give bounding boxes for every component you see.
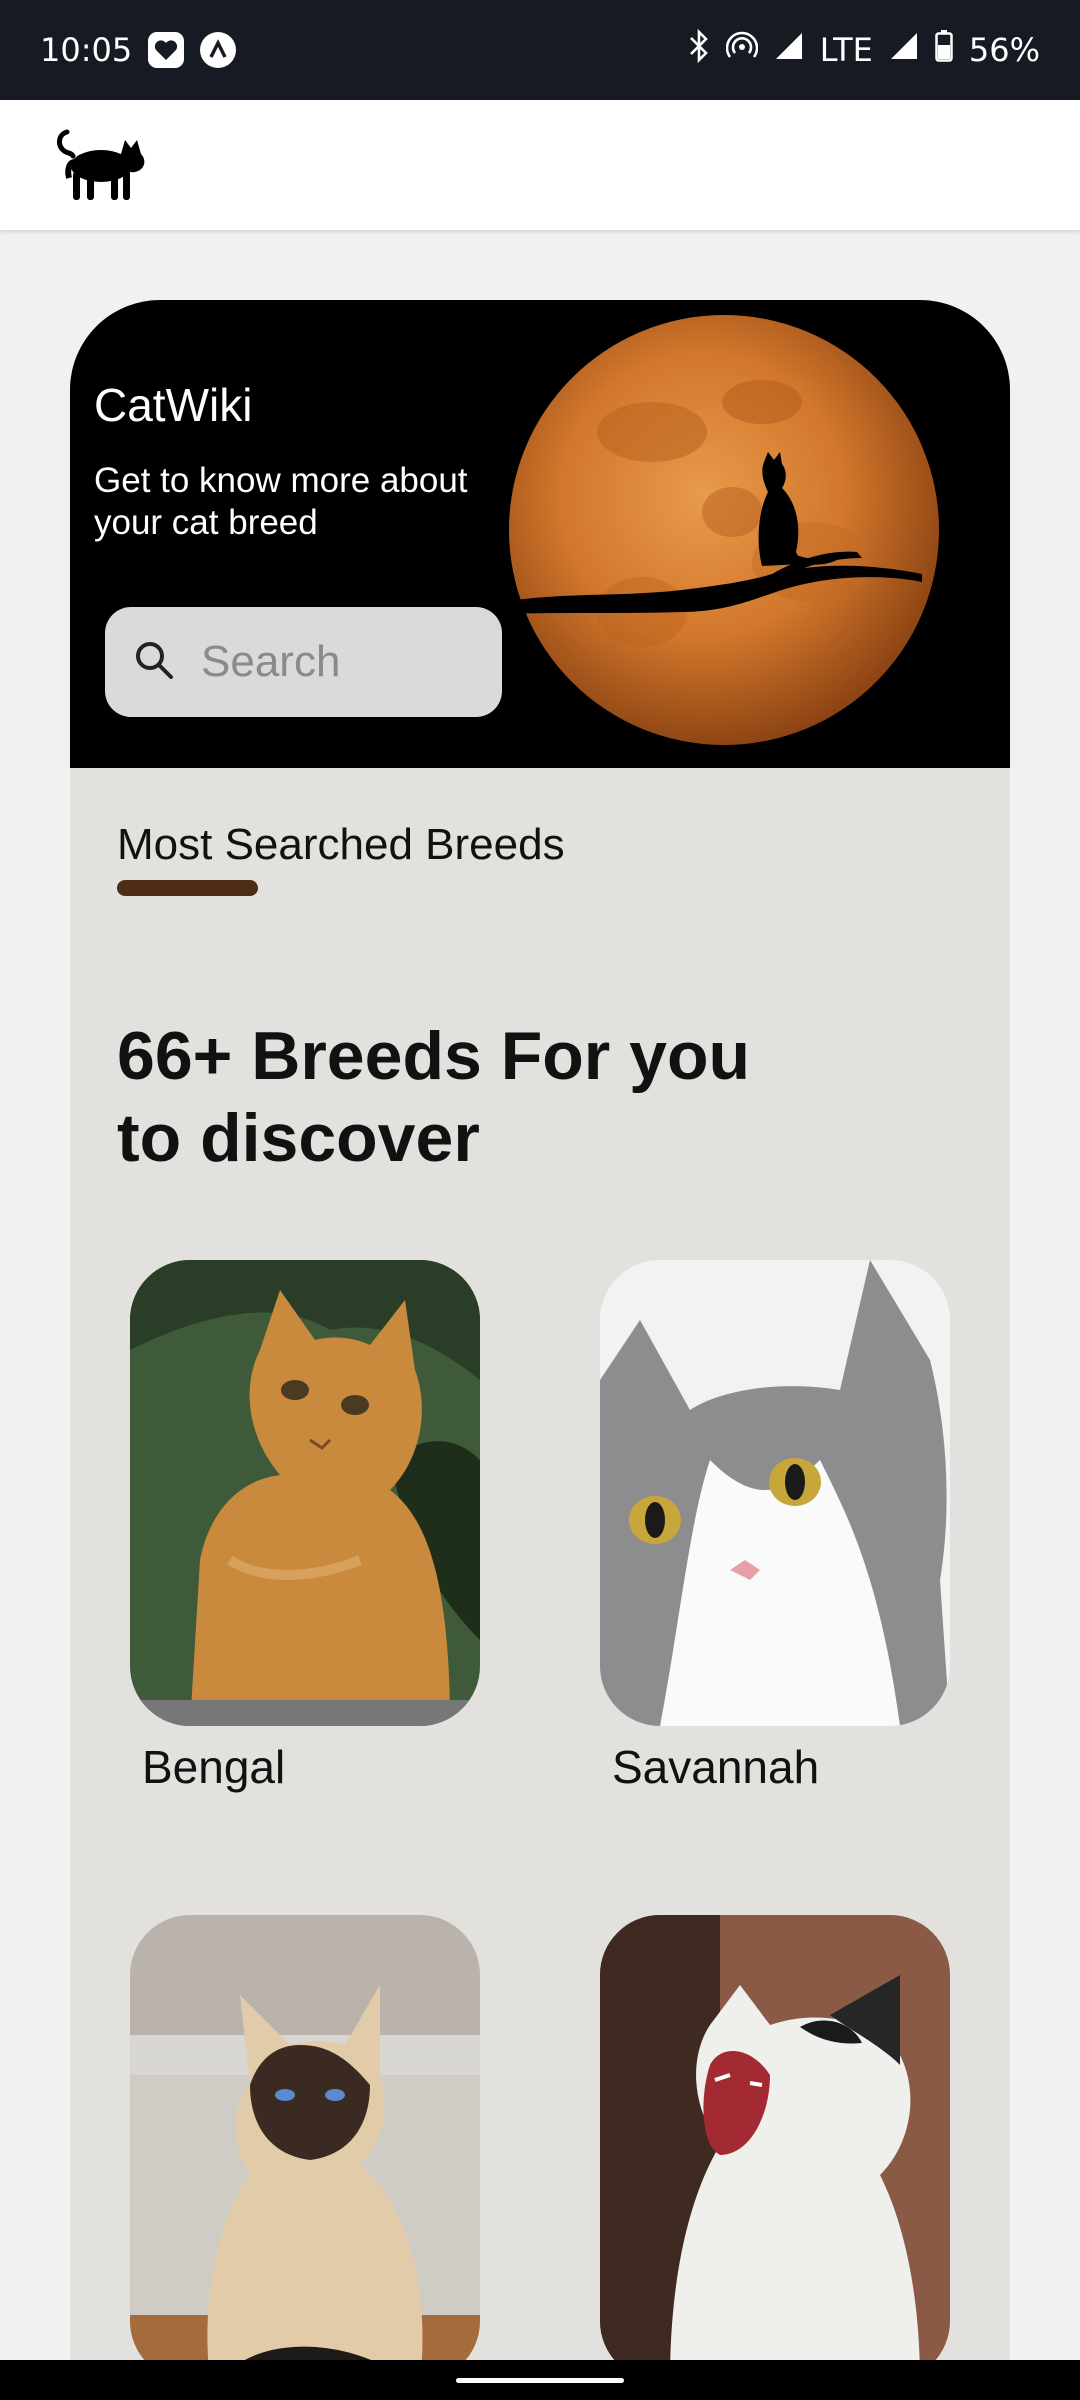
breed-name: Savannah — [612, 1741, 820, 1793]
search-icon — [133, 639, 175, 686]
breed-image-bengal — [130, 1260, 480, 1726]
network-type: LTE — [819, 31, 873, 69]
breed-card[interactable]: Savannah — [600, 1260, 950, 1794]
search-bar[interactable] — [105, 607, 503, 717]
breed-card[interactable] — [130, 1915, 480, 2360]
section-underline — [117, 880, 258, 896]
signal-icon — [774, 31, 804, 69]
breed-image-savannah — [600, 1260, 950, 1726]
signal-icon-2 — [889, 31, 919, 69]
main-card: CatWiki Get to know more about your cat … — [70, 300, 1010, 2360]
breed-card[interactable] — [600, 1915, 950, 2360]
hero-title: CatWiki — [94, 379, 253, 431]
home-gesture-handle[interactable] — [456, 2378, 624, 2383]
cat-logo-icon[interactable] — [55, 122, 155, 209]
headline: 66+ Breeds For you to discover — [117, 1018, 751, 1176]
moon-cat-image — [502, 312, 1002, 767]
breed-image-yawning — [600, 1915, 950, 2360]
breed-card[interactable]: Bengal — [130, 1260, 480, 1794]
breed-name: Bengal — [142, 1741, 286, 1793]
search-input[interactable] — [199, 636, 503, 688]
heart-notification-icon — [148, 32, 185, 68]
bluetooth-icon — [688, 28, 710, 71]
app-bar — [0, 100, 1080, 230]
breed-image-siamese — [130, 1915, 480, 2360]
hero-subtitle: Get to know more about your cat breed — [94, 461, 468, 542]
battery-percent: 56% — [968, 31, 1040, 69]
section-title: Most Searched Breeds — [117, 820, 565, 869]
status-time: 10:05 — [40, 31, 133, 69]
arch-notification-icon — [200, 32, 237, 68]
hotspot-icon — [725, 30, 758, 70]
status-bar: 10:05 LTE 56% — [0, 0, 1080, 100]
hero-banner: CatWiki Get to know more about your cat … — [70, 300, 1010, 768]
battery-icon — [935, 30, 953, 70]
